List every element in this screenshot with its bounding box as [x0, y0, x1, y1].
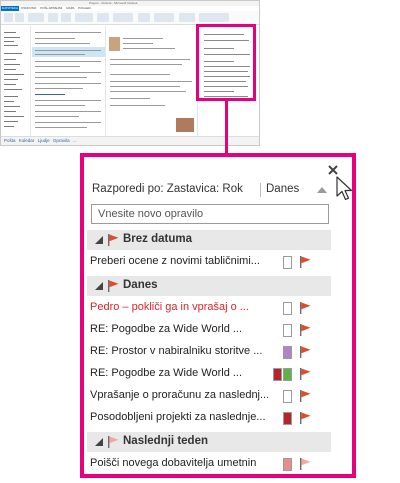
new-task-input[interactable]: [91, 204, 329, 224]
thumb-folder-pane: [1, 26, 31, 138]
task-row[interactable]: RE: Prostor v nabiralniku storitve ...: [87, 342, 331, 363]
category-color-box[interactable]: [283, 368, 292, 381]
task-flag-icon[interactable]: [298, 367, 312, 381]
task-flag-icon[interactable]: [298, 323, 312, 337]
task-flag-icon[interactable]: [298, 457, 312, 471]
task-row[interactable]: RE: Pogodbe za Wide World ...: [87, 320, 331, 341]
highlight-box: [196, 24, 256, 101]
task-flag-icon[interactable]: [298, 389, 312, 403]
thumb-nav-item: Koledar: [18, 138, 35, 143]
task-group-header[interactable]: Naslednji teden: [87, 432, 331, 452]
zoom-frame: Razporedi po: Zastavica: Rok Danes Brez …: [80, 153, 356, 478]
thumb-tab: MAPA: [66, 6, 75, 10]
sort-ascending-icon[interactable]: [316, 186, 328, 194]
group-flag-icon: [108, 234, 119, 246]
collapse-triangle-icon[interactable]: [95, 236, 103, 244]
thumb-nav-item: ...: [72, 138, 77, 143]
thumb-tab: POGLED: [78, 6, 91, 10]
arrange-sort-value[interactable]: Danes: [266, 183, 299, 195]
task-group-label: Brez datuma: [123, 233, 193, 245]
task-subject: RE: Pogodbe za Wide World ...: [90, 367, 243, 379]
highlight-connector: [225, 101, 228, 153]
category-color-box[interactable]: [283, 302, 292, 315]
task-subject: RE: Pogodbe za Wide World ...: [90, 323, 243, 335]
task-row[interactable]: RE: Pogodbe za Wide World ...: [87, 364, 331, 385]
task-row[interactable]: Poišči novega dobavitelja umetnin: [87, 454, 331, 475]
thumb-nav-item: Ljudje: [37, 138, 50, 143]
thumb-message-list: [32, 26, 105, 138]
thumb-tab: OSNOVNO: [21, 6, 37, 10]
arrange-by-label[interactable]: Razporedi po: Zastavica: Rok: [92, 183, 243, 195]
category-color-box[interactable]: [283, 412, 292, 425]
task-row[interactable]: Preberi ocene z novimi tabličnimi...: [87, 252, 331, 273]
category-color-box[interactable]: [283, 256, 292, 269]
task-flag-icon[interactable]: [298, 255, 312, 269]
todo-pane: Razporedi po: Zastavica: Rok Danes Brez …: [84, 157, 353, 475]
task-subject: Posodobljeni projekti za naslednje...: [90, 411, 266, 423]
task-subject: Poišči novega dobavitelja umetnin: [90, 457, 257, 469]
thumb-status-bar: Pošta Koledar Ljudje Opravila ...: [1, 136, 259, 145]
task-subject: Preberi ocene z novimi tabličnimi...: [90, 255, 260, 267]
thumb-nav-item: Opravila: [52, 138, 70, 143]
thumb-ribbon: [1, 11, 259, 25]
task-subject: Pedro – pokliči ga in vprašaj o ...: [90, 301, 249, 313]
task-group-header[interactable]: Brez datuma: [87, 230, 331, 250]
category-color-box[interactable]: [273, 368, 282, 381]
task-flag-icon[interactable]: [298, 411, 312, 425]
task-flag-icon[interactable]: [298, 345, 312, 359]
category-color-box[interactable]: [283, 346, 292, 359]
category-color-box[interactable]: [283, 458, 292, 471]
task-flag-icon[interactable]: [298, 301, 312, 315]
arrange-separator: [260, 183, 261, 197]
thumb-nav-item: Pošta: [4, 138, 16, 143]
collapse-triangle-icon[interactable]: [95, 438, 103, 446]
thumb-navigation: Pošta Koledar Ljudje Opravila ...: [4, 137, 77, 144]
thumb-tab: POŠLJI/PREJMI: [40, 6, 63, 10]
thumb-reading-pane: [105, 26, 197, 138]
task-group-label: Danes: [123, 279, 158, 291]
task-subject: Vprašanje o proračunu za naslednj...: [90, 389, 268, 401]
task-row[interactable]: Pedro – pokliči ga in vprašaj o ...: [87, 298, 331, 319]
thumb-window-title: Prejeto - Outlook - Microsoft Outlook: [89, 1, 138, 5]
group-flag-icon: [108, 280, 119, 292]
group-flag-icon: [108, 436, 119, 448]
task-group-label: Naslednji teden: [123, 435, 208, 447]
task-row[interactable]: Posodobljeni projekti za naslednje...: [87, 408, 331, 429]
collapse-triangle-icon[interactable]: [95, 282, 103, 290]
task-row[interactable]: Vprašanje o proračunu za naslednj...: [87, 386, 331, 407]
task-group-header[interactable]: Danes: [87, 276, 331, 296]
mouse-cursor-icon: [336, 176, 353, 201]
category-color-box[interactable]: [283, 324, 292, 337]
category-color-box[interactable]: [283, 390, 292, 403]
task-subject: RE: Prostor v nabiralniku storitve ...: [90, 345, 263, 357]
